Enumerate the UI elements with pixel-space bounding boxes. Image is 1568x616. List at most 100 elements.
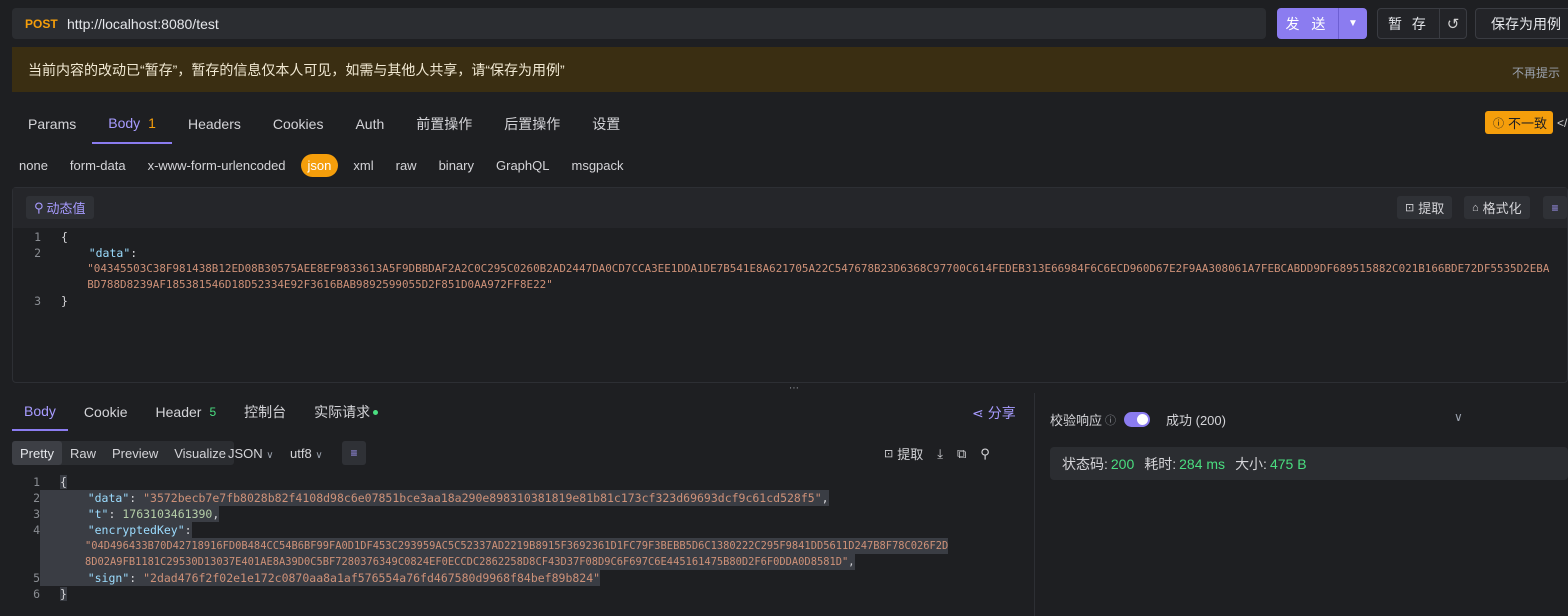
chevron-down-icon: ∨ [315,450,323,461]
tab-label: Auth [355,116,385,132]
code-line: 1{ [13,229,1567,245]
view-visualize[interactable]: Visualize [166,441,234,465]
code-line: "04D496433B70D42718916FD0B484CC54B6BF99F… [12,538,1018,554]
share-button[interactable]: ⋖ 分享 [972,403,1016,423]
body-type-json[interactable]: json [300,154,339,177]
extract-button[interactable]: ⊡ 提取 [1397,196,1453,219]
send-button[interactable]: 发 送 [1277,8,1339,39]
view-pretty[interactable]: Pretty [12,441,62,465]
json-string: "3572becb7e7fb8028b82f4108d98c6e07851bce… [143,491,822,505]
code-text: "04345503C38F981438B12ED08B30575AEE8EF98… [41,261,1549,277]
extract-icon[interactable]: ⊡ [884,447,893,460]
format-button[interactable]: ⌂ 格式化 [1464,196,1530,219]
time-value: 284 ms [1179,455,1226,472]
request-tabs: Params Body 1 Headers Cookies Auth 前置操作 后… [12,104,636,144]
body-type-urlencoded[interactable]: x-www-form-urlencoded [141,154,293,177]
tab-label: Cookies [272,116,324,132]
url-input[interactable]: http://localhost:8080/test [67,16,219,32]
warning-icon: ⓘ [1493,117,1504,130]
body-type-none[interactable]: none [12,154,55,177]
tab-post-operations[interactable]: 后置操作 [488,104,576,144]
body-type-form-data[interactable]: form-data [63,154,133,177]
tab-actual-request[interactable]: 实际请求 [302,393,390,431]
size-value: 475 B [1269,455,1307,472]
body-type-binary[interactable]: binary [432,154,481,177]
save-as-case-button[interactable]: 保存为用例 [1475,8,1568,39]
tab-pre-operations[interactable]: 前置操作 [400,104,488,144]
line-number [12,554,40,570]
share-label: 分享 [987,405,1016,421]
verify-toggle[interactable] [1124,412,1151,427]
tab-params[interactable]: Params [12,104,92,144]
expected-status-select[interactable]: 成功 (200) [1166,410,1226,429]
line-number: 4 [33,523,40,537]
chevron-down-icon[interactable]: ∨ [1454,410,1463,424]
help-icon[interactable]: ⓘ [1105,412,1116,428]
tab-label: Cookie [83,404,128,420]
json-key: "t" [87,507,109,521]
save-button[interactable]: 暂 存 [1378,9,1440,38]
code-line: 8D02A9FB1181C29530D13037E401AE8A39D0C5BF… [12,554,1018,570]
inconsistent-label: 不一致 [1508,116,1548,131]
request-code[interactable]: 1{ 2 "data": "04345503C38F981438B12ED08B… [13,228,1567,309]
tab-label: Headers [187,116,241,132]
wrap-icon[interactable]: ≡ [342,441,366,465]
code-text: } [60,587,67,601]
view-preview[interactable]: Preview [104,441,166,465]
line-number [13,261,41,277]
code-text: "sign": "2dad476f2f02e1e172c0870aa8a1af5… [40,570,601,586]
restore-icon[interactable]: ↺ [1440,9,1466,38]
tab-settings[interactable]: 设置 [576,104,636,144]
resize-handle[interactable]: ⋯ [789,383,800,394]
json-key: "data" [88,246,131,260]
tab-response-header[interactable]: Header 5 [144,393,229,431]
url-bar[interactable]: POST http://localhost:8080/test [12,8,1266,39]
copy-icon[interactable]: ⧉ [957,446,966,462]
tab-response-body[interactable]: Body [12,393,68,431]
line-number: 3 [34,294,41,308]
notice-dismiss-link[interactable]: 不再提示 [1512,64,1560,81]
method-select[interactable]: POST [25,17,67,31]
extract-button[interactable]: 提取 [897,444,923,463]
code-line: 5 "sign": "2dad476f2f02e1e172c0870aa8a1a… [12,570,1018,586]
request-body-editor[interactable]: ⚲ 动态值 ⊡ 提取 ⌂ 格式化 ≡ 1{ 2 "data": "04345503C3… [12,187,1568,383]
code-text: 8D02A9FB1181C29530D13037E401AE8A39D0C5BF… [40,554,855,570]
tab-cookies[interactable]: Cookies [257,104,340,144]
code-text: "04D496433B70D42718916FD0B484CC54B6BF99F… [40,538,949,554]
download-icon[interactable]: ⤓ [937,446,943,462]
tab-label: 控制台 [244,404,287,420]
tab-label: Header [155,404,202,420]
body-type-selector: none form-data x-www-form-urlencoded jso… [12,154,639,177]
body-type-xml[interactable]: xml [346,154,380,177]
dynamic-value-button[interactable]: ⚲ 动态值 [26,196,94,219]
search-icon[interactable]: ⚲ [980,446,990,462]
code-text: BD788D8239AF185381546D18D52334E92F3616BA… [41,277,553,293]
tab-headers[interactable]: Headers [172,104,257,144]
tab-label: Body [24,403,56,419]
line-number: 6 [33,587,40,601]
code-line: 6} [12,586,1018,602]
tab-count-badge: 5 [209,405,217,419]
encoding-select[interactable]: utf8 ∨ [290,446,323,461]
tab-console[interactable]: 控制台 [232,393,298,431]
body-type-graphql[interactable]: GraphQL [489,154,556,177]
response-tabs: Body Cookie Header 5 控制台 实际请求 [12,393,394,431]
code-line: 2 "data": [13,245,1567,261]
json-number: 1763103461390 [122,507,213,521]
tab-body[interactable]: Body 1 [92,104,172,144]
tab-response-cookie[interactable]: Cookie [72,393,140,431]
tab-auth[interactable]: Auth [339,104,400,144]
chevron-down-icon[interactable]: ▼ [1339,8,1367,39]
body-type-msgpack[interactable]: msgpack [564,154,630,177]
body-type-raw[interactable]: raw [389,154,424,177]
response-body-viewer[interactable]: 1{ 2 "data": "3572becb7e7fb8028b82f4108d… [12,474,1018,616]
status-code-label: 状态码: [1062,455,1108,472]
panel-divider[interactable] [1034,393,1035,616]
format-select[interactable]: JSON ∨ [228,446,274,461]
wrap-icon[interactable]: ≡ [1543,196,1567,219]
code-icon[interactable]: </ [1557,116,1567,130]
inconsistent-badge[interactable]: ⓘ 不一致 [1485,111,1553,134]
json-key: "encryptedKey" [87,523,185,537]
view-raw[interactable]: Raw [62,441,104,465]
line-number: 1 [33,475,40,489]
